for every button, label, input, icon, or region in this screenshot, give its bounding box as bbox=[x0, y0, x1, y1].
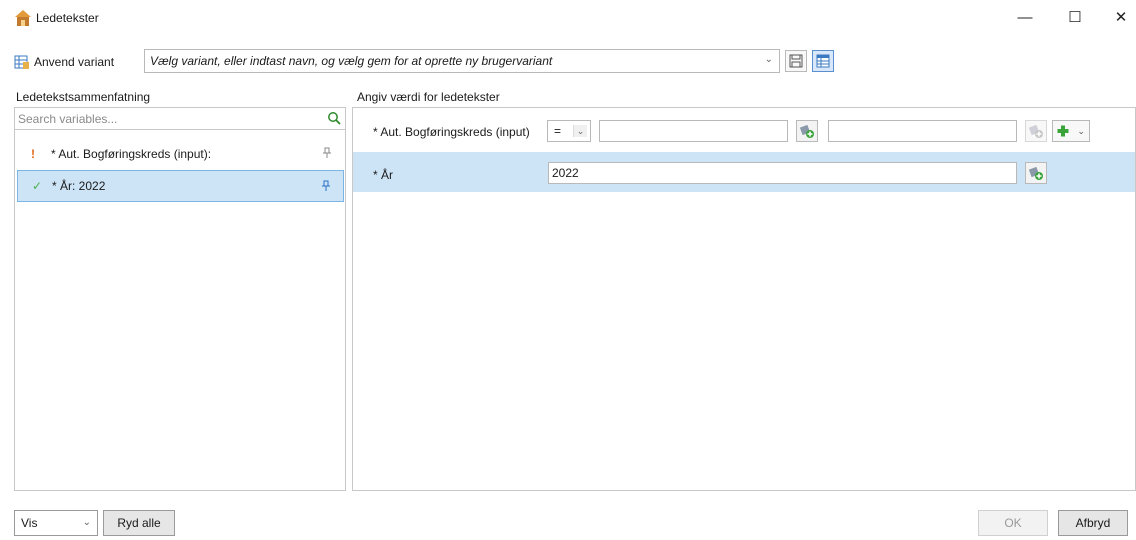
prompt-row-bogforingskreds: * Aut. Bogføringskreds (input) = ⌄ ⌄ bbox=[353, 108, 1135, 152]
chevron-down-icon: ⌄ bbox=[82, 517, 91, 528]
apply-variant-label: Anvend variant bbox=[34, 55, 115, 69]
value-help-button[interactable] bbox=[1025, 162, 1047, 184]
operator-value: = bbox=[554, 124, 562, 138]
app-icon bbox=[15, 10, 31, 26]
summary-item-label: * År: 2022 bbox=[52, 179, 106, 193]
vis-value: Vis bbox=[21, 516, 38, 530]
prompt-label: * Aut. Bogføringskreds (input) bbox=[373, 125, 530, 139]
pin-icon[interactable] bbox=[321, 180, 331, 192]
search-input[interactable]: Search variables... bbox=[15, 108, 345, 130]
value-help-button[interactable] bbox=[796, 120, 818, 142]
window-title: Ledetekster bbox=[36, 11, 99, 25]
manage-variants-button[interactable] bbox=[812, 50, 834, 72]
summary-header: Ledetekstsammenfatning bbox=[16, 90, 151, 104]
prompt-label: * År bbox=[373, 168, 394, 182]
ok-button[interactable]: OK bbox=[978, 510, 1048, 536]
value-from-input[interactable] bbox=[599, 120, 788, 142]
footer: Vis ⌄ Ryd alle OK Afbryd bbox=[0, 510, 1136, 536]
variant-toolbar: Anvend variant Vælg variant, eller indta… bbox=[0, 48, 1136, 76]
cancel-button[interactable]: Afbryd bbox=[1058, 510, 1128, 536]
summary-item-bogforingskreds[interactable]: ! * Aut. Bogføringskreds (input): bbox=[17, 138, 344, 170]
grid-icon bbox=[816, 54, 830, 68]
apply-variant-button[interactable]: Anvend variant bbox=[14, 52, 114, 72]
value-help-icon bbox=[799, 124, 814, 138]
search-icon[interactable] bbox=[327, 111, 341, 125]
year-value: 2022 bbox=[552, 166, 579, 180]
add-icon bbox=[1057, 125, 1069, 137]
summary-item-label: * Aut. Bogføringskreds (input): bbox=[51, 147, 212, 161]
clear-all-button[interactable]: Ryd alle bbox=[103, 510, 175, 536]
year-input[interactable]: 2022 bbox=[548, 162, 1017, 184]
maximize-button[interactable]: ☐ bbox=[1052, 0, 1098, 34]
variant-combobox[interactable]: Vælg variant, eller indtast navn, og væl… bbox=[144, 49, 780, 73]
chevron-down-icon: ⌄ bbox=[764, 54, 773, 65]
summary-item-ar[interactable]: ✓ * År: 2022 bbox=[17, 170, 344, 202]
values-panel: * Aut. Bogføringskreds (input) = ⌄ ⌄ * Å… bbox=[352, 107, 1136, 491]
title-bar: Ledetekster — ☐ ✕ bbox=[0, 0, 1136, 38]
variant-combo-text: Vælg variant, eller indtast navn, og væl… bbox=[150, 54, 553, 68]
warning-icon: ! bbox=[31, 147, 35, 161]
value-help-icon bbox=[1028, 124, 1043, 138]
add-condition-button[interactable]: ⌄ bbox=[1052, 120, 1090, 142]
vis-select[interactable]: Vis ⌄ bbox=[14, 510, 98, 536]
operator-select[interactable]: = ⌄ bbox=[547, 120, 591, 142]
save-icon bbox=[789, 54, 803, 68]
close-button[interactable]: ✕ bbox=[1098, 0, 1136, 34]
chevron-down-icon: ⌄ bbox=[573, 125, 587, 137]
save-variant-button[interactable] bbox=[785, 50, 807, 72]
search-placeholder: Search variables... bbox=[18, 111, 118, 126]
value-help-button-disabled[interactable] bbox=[1025, 120, 1047, 142]
pin-icon[interactable] bbox=[322, 147, 332, 159]
values-header: Angiv værdi for ledetekster bbox=[357, 90, 500, 104]
value-to-input[interactable] bbox=[828, 120, 1017, 142]
minimize-button[interactable]: — bbox=[1002, 0, 1048, 34]
chevron-down-icon: ⌄ bbox=[1077, 125, 1085, 136]
variant-icon bbox=[14, 55, 29, 69]
check-icon: ✓ bbox=[32, 179, 43, 193]
value-help-icon bbox=[1028, 166, 1043, 180]
summary-panel: Search variables... ! * Aut. Bogføringsk… bbox=[14, 107, 346, 491]
